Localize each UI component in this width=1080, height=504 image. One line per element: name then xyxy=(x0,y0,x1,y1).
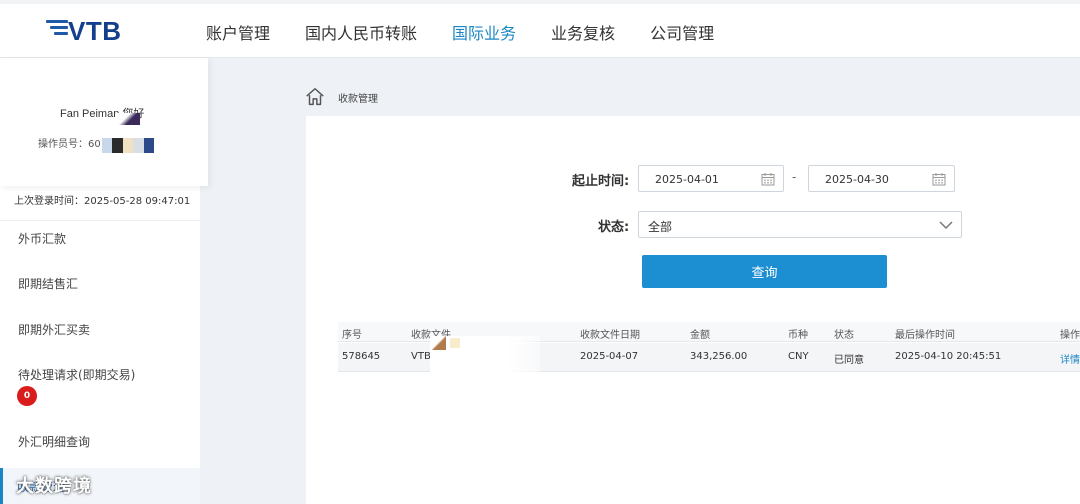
query-button[interactable]: 查询 xyxy=(642,255,887,288)
date-to-value: 2025-04-30 xyxy=(825,173,889,186)
top-bar: VTB 账户管理 国内人民币转账 国际业务 业务复核 公司管理 xyxy=(0,0,1080,58)
column-header-currency: 币种 xyxy=(788,330,808,341)
column-header-status: 状态 xyxy=(834,330,854,341)
details-link[interactable]: 详情 xyxy=(1060,351,1080,366)
column-header-file-date: 收款文件日期 xyxy=(580,330,640,341)
main-nav: 账户管理 国内人民币转账 国际业务 业务复核 公司管理 xyxy=(206,20,714,44)
redaction-mosaic xyxy=(102,138,155,153)
sidebar-item-pending-requests[interactable]: 待处理请求(即期交易) xyxy=(18,366,135,383)
nav-item-account-management[interactable]: 账户管理 xyxy=(206,20,270,44)
cell-last-op-time: 2025-04-10 20:45:51 xyxy=(895,351,1002,362)
status-select-value: 全部 xyxy=(648,220,673,234)
cell-file: VTB xyxy=(411,351,431,362)
last-login-time: 上次登录时间：2025-05-28 09:47:01 xyxy=(14,196,191,207)
breadcrumb: 收款管理 xyxy=(304,86,378,108)
pending-count-badge: 0 xyxy=(17,386,37,406)
sidebar-item-spot-fx-trading[interactable]: 即期外汇买卖 xyxy=(18,321,90,338)
date-to-input[interactable]: 2025-04-30 xyxy=(808,165,955,192)
nav-item-company-management[interactable]: 公司管理 xyxy=(650,20,714,44)
nav-item-business-review[interactable]: 业务复核 xyxy=(551,20,615,44)
chevron-down-icon xyxy=(939,221,953,230)
cell-id: 578645 xyxy=(342,351,381,362)
sidebar: Fan Peiman 您好 操作员号：60 上次登录时间：2025-05-28 … xyxy=(0,58,208,504)
nav-item-domestic-rmb-transfer[interactable]: 国内人民币转账 xyxy=(305,20,417,44)
user-info-card: Fan Peiman 您好 操作员号：60 xyxy=(0,58,208,186)
cell-amount: 343,256.00 xyxy=(690,351,748,362)
column-header-action: 操作 xyxy=(1060,330,1080,341)
cell-file-date: 2025-04-07 xyxy=(580,351,639,362)
column-header-last-op-time: 最后操作时间 xyxy=(895,330,955,341)
watermark-text: 大数跨境 xyxy=(16,476,92,497)
calendar-icon[interactable] xyxy=(932,172,946,186)
date-range-label: 起止时间: xyxy=(572,174,630,189)
date-range-separator: - xyxy=(792,170,797,184)
operator-number: 操作员号：60 xyxy=(38,139,101,150)
logo-text: VTB xyxy=(68,16,122,46)
nav-item-international-business[interactable]: 国际业务 xyxy=(452,20,516,44)
redaction-mask xyxy=(116,113,140,125)
calendar-icon[interactable] xyxy=(761,172,775,186)
column-header-amount: 金额 xyxy=(690,330,710,341)
cell-status: 已同意 xyxy=(834,355,864,366)
cell-currency: CNY xyxy=(788,351,809,362)
vtb-logo[interactable]: VTB xyxy=(46,16,126,48)
status-label: 状态: xyxy=(598,220,630,235)
home-icon[interactable] xyxy=(304,86,326,108)
sidebar-item-fx-detail-query[interactable]: 外汇明细查询 xyxy=(18,433,90,450)
top-strip xyxy=(0,0,1080,4)
logo-mark-icon xyxy=(46,20,68,38)
redaction-mask xyxy=(430,336,540,376)
breadcrumb-current: 收款管理 xyxy=(338,93,378,105)
sidebar-item-spot-fx-settlement[interactable]: 即期结售汇 xyxy=(18,275,78,292)
date-from-value: 2025-04-01 xyxy=(655,173,719,186)
sidebar-divider xyxy=(0,220,200,221)
date-from-input[interactable]: 2025-04-01 xyxy=(638,165,784,192)
status-select[interactable]: 全部 xyxy=(638,211,962,238)
sidebar-item-foreign-remittance[interactable]: 外币汇款 xyxy=(18,230,66,247)
column-header-id: 序号 xyxy=(342,330,362,341)
